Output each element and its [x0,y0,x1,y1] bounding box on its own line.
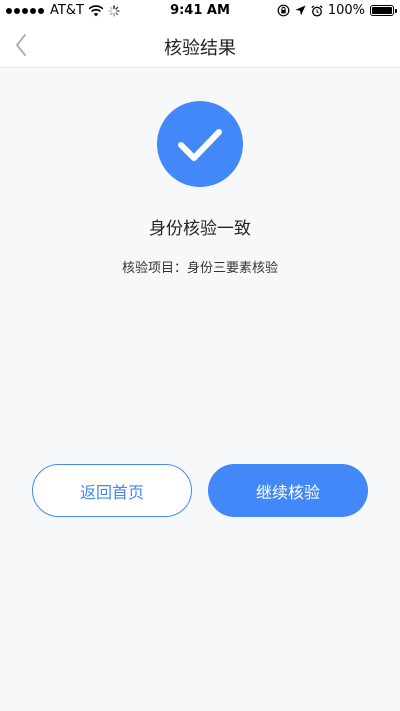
location-arrow-icon [295,5,306,16]
battery-icon [370,5,397,16]
battery-level [372,7,392,14]
continue-verification-button[interactable]: 继续核验 [208,464,368,517]
check-circle-icon [178,129,222,161]
success-badge [157,101,243,187]
alarm-icon [311,4,323,17]
page-title: 核验结果 [164,38,236,59]
continue-verification-label: 继续核验 [255,482,320,502]
result-detail: 核验项目：身份三要素核验 [121,261,278,276]
navigation-bar: 核验结果 [0,22,400,68]
result-title: 身份核验一致 [149,219,251,239]
battery-percentage: 100% [327,3,365,18]
status-bar: AT&T 9:41 AM 100% [0,0,400,22]
back-home-label: 返回首页 [79,482,144,502]
rotation-lock-icon [277,4,290,17]
status-right: 100% [277,3,397,18]
back-home-button[interactable]: 返回首页 [32,464,192,517]
